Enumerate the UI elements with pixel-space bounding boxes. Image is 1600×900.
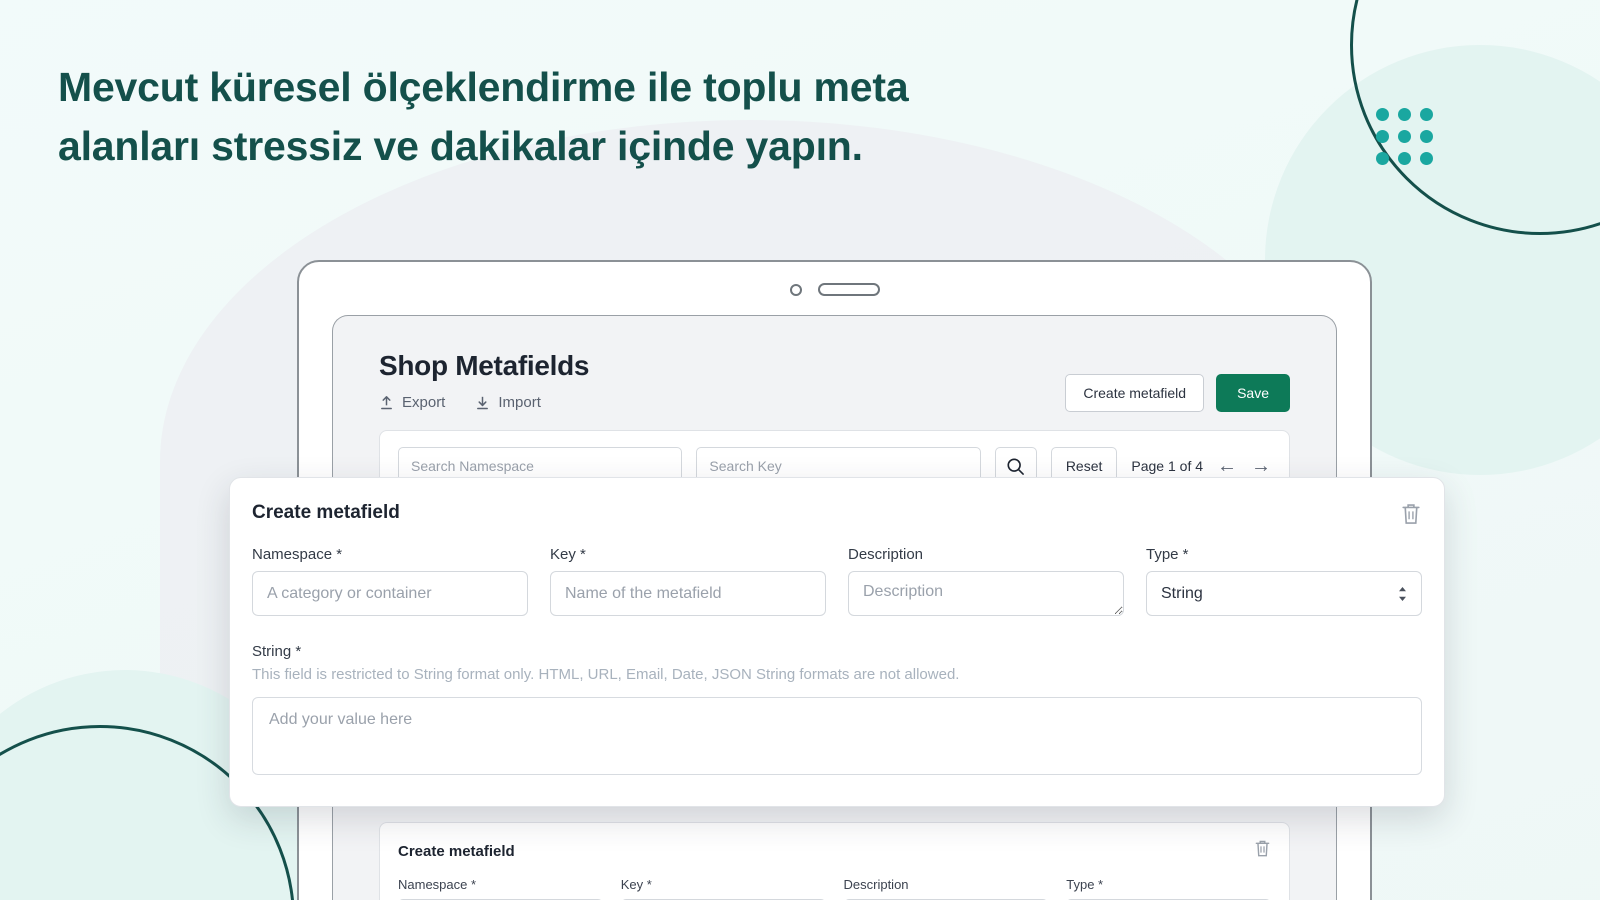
background-field-namespace: Namespace * A category or container: [398, 877, 603, 900]
pagination: Page 1 of 4 ← →: [1131, 456, 1271, 476]
trash-icon: [1402, 504, 1420, 524]
page-headline: Mevcut küresel ölçeklendirme ile toplu m…: [58, 64, 909, 170]
background-field-type: Type * String: [1066, 877, 1271, 900]
create-metafield-button[interactable]: Create metafield: [1065, 374, 1205, 412]
value-textarea[interactable]: [252, 697, 1422, 775]
background-label-type: Type *: [1066, 877, 1104, 892]
tablet-bezel: [299, 262, 1370, 317]
save-button[interactable]: Save: [1216, 374, 1290, 412]
background-label-namespace: Namespace *: [398, 877, 477, 892]
download-icon: [477, 396, 489, 409]
type-select[interactable]: StringIntegerJSON StringBoolean: [1146, 571, 1422, 616]
upload-icon: [381, 395, 392, 409]
modal-header: Create metafield: [252, 502, 1422, 526]
import-export-row: Export Import: [379, 394, 589, 411]
modal-field-description: Description: [848, 546, 1124, 621]
label-value: String *: [252, 643, 302, 660]
modal-field-grid: Namespace * Key * Description Type * Str…: [252, 546, 1422, 621]
prev-page-arrow-icon[interactable]: ←: [1217, 456, 1237, 476]
export-button[interactable]: Export: [379, 394, 445, 411]
value-hint-text: This field is restricted to String forma…: [252, 666, 960, 683]
label-namespace: Namespace *: [252, 546, 343, 563]
background-card-fields: Namespace * A category or container Key …: [398, 877, 1271, 900]
pagination-label: Page 1 of 4: [1131, 458, 1204, 474]
background-card-header: Create metafield: [398, 839, 1271, 863]
type-select-wrapper: StringIntegerJSON StringBoolean: [1146, 571, 1422, 616]
app-header-left: Shop Metafields Export Import: [379, 350, 590, 411]
description-textarea[interactable]: [848, 571, 1124, 616]
modal-field-key: Key *: [550, 546, 826, 621]
background-card-title: Create metafield: [398, 842, 515, 860]
app-header: Shop Metafields Export Import Create met…: [379, 350, 1290, 412]
label-key: Key *: [550, 546, 586, 563]
modal-delete-button[interactable]: [1400, 502, 1422, 526]
export-label: Export: [402, 394, 446, 411]
background-label-key: Key *: [620, 877, 652, 892]
page-title: Shop Metafields: [379, 350, 590, 381]
label-type: Type *: [1146, 546, 1189, 563]
key-input[interactable]: [550, 571, 826, 616]
modal-field-namespace: Namespace *: [252, 546, 528, 621]
modal-title: Create metafield: [252, 502, 400, 523]
background-metafield-card: Create metafield Namespace * A category: [379, 822, 1290, 900]
import-label: Import: [498, 394, 541, 411]
background-delete-button[interactable]: [1254, 839, 1271, 863]
next-page-arrow-icon[interactable]: →: [1251, 456, 1271, 476]
modal-value-block: String * This field is restricted to Str…: [252, 643, 1422, 780]
background-label-description: Description: [843, 877, 909, 892]
background-field-description: Description Description: [843, 877, 1049, 900]
label-description: Description: [848, 546, 924, 563]
background-field-key: Key * Name of the metafield: [620, 877, 826, 900]
dot-grid-icon: [1376, 108, 1433, 165]
search-icon: [1007, 457, 1025, 475]
import-button[interactable]: Import: [475, 394, 541, 411]
modal-field-type: Type * StringIntegerJSON StringBoolean: [1146, 546, 1422, 621]
namespace-input[interactable]: [252, 571, 528, 616]
create-metafield-modal: Create metafield Namespace * Key * Descr…: [229, 477, 1445, 807]
trash-icon: [1255, 840, 1270, 857]
speaker-icon: [817, 283, 880, 296]
camera-icon: [789, 283, 802, 296]
app-header-actions: Create metafield Save: [1065, 374, 1290, 412]
